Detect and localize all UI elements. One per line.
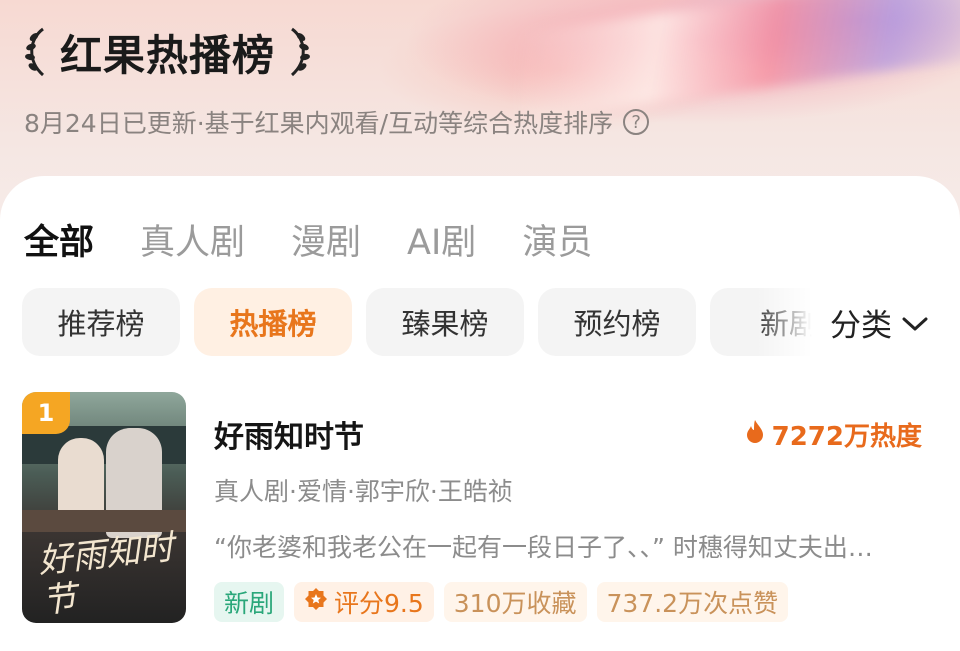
chip-premium[interactable]: 臻果榜 <box>366 288 524 356</box>
update-info: 8月24日已更新·基于红果内观看/互动等综合热度排序 ? <box>24 104 650 140</box>
ranking-card: 全部 真人剧 漫剧 AI剧 演员 推荐榜 热播榜 臻果榜 预约榜 新剧 分类 好… <box>0 176 960 651</box>
chips-fade <box>756 288 826 356</box>
tab-comic[interactable]: 漫剧 <box>291 214 361 265</box>
star-badge-icon <box>304 587 328 617</box>
favorites-tag: 310万收藏 <box>443 582 587 622</box>
page-title: 红果热播榜 <box>60 30 276 80</box>
chevron-down-icon <box>902 304 928 340</box>
category-dropdown[interactable]: 分类 <box>830 294 928 350</box>
show-description: “你老婆和我老公在一起有一段日子了、、” 时穗得知丈夫出… <box>214 533 873 562</box>
list-item[interactable]: 好雨知时节 1 好雨知时节 7272万热度 真人剧·爱情·郭宇欣·王皓祯 “你老… <box>22 392 938 624</box>
question-circle-icon[interactable]: ? <box>623 109 650 135</box>
tab-ai[interactable]: AI剧 <box>407 214 476 265</box>
rank-badge: 1 <box>22 392 70 434</box>
tab-bar: 全部 真人剧 漫剧 AI剧 演员 <box>24 214 592 265</box>
poster-image[interactable]: 好雨知时节 1 <box>22 392 186 623</box>
chip-recommend[interactable]: 推荐榜 <box>22 288 180 356</box>
likes-tag: 737.2万次点赞 <box>596 582 789 622</box>
new-tag: 新剧 <box>214 582 285 622</box>
ranking-chips: 推荐榜 热播榜 臻果榜 预约榜 新剧 <box>22 288 822 356</box>
right-laurel-icon <box>285 24 313 80</box>
poster-calligraphy: 好雨知时节 <box>36 527 176 622</box>
score-value: 评分9.5 <box>334 589 424 618</box>
subtitle: 8月24日已更新·基于红果内观看/互动等综合热度排序 <box>24 109 614 138</box>
heat-value: 7272万热度 <box>771 422 922 452</box>
score-tag: 评分9.5 <box>294 582 434 622</box>
category-label: 分类 <box>830 307 892 344</box>
left-laurel-icon <box>22 24 50 80</box>
chip-hot[interactable]: 热播榜 <box>194 288 352 356</box>
flame-icon <box>746 419 764 450</box>
show-title[interactable]: 好雨知时节 <box>214 412 364 456</box>
tab-all[interactable]: 全部 <box>24 214 94 265</box>
tab-actors[interactable]: 演员 <box>522 214 592 265</box>
tag-row: 新剧 评分9.5 310万收藏 737.2万次点赞 <box>214 582 789 622</box>
chip-reservation[interactable]: 预约榜 <box>538 288 696 356</box>
page-header: 红果热播榜 <box>22 22 313 82</box>
heat-score: 7272万热度 <box>746 416 922 453</box>
tab-live-action[interactable]: 真人剧 <box>140 214 245 265</box>
show-meta: 真人剧·爱情·郭宇欣·王皓祯 <box>214 477 513 506</box>
